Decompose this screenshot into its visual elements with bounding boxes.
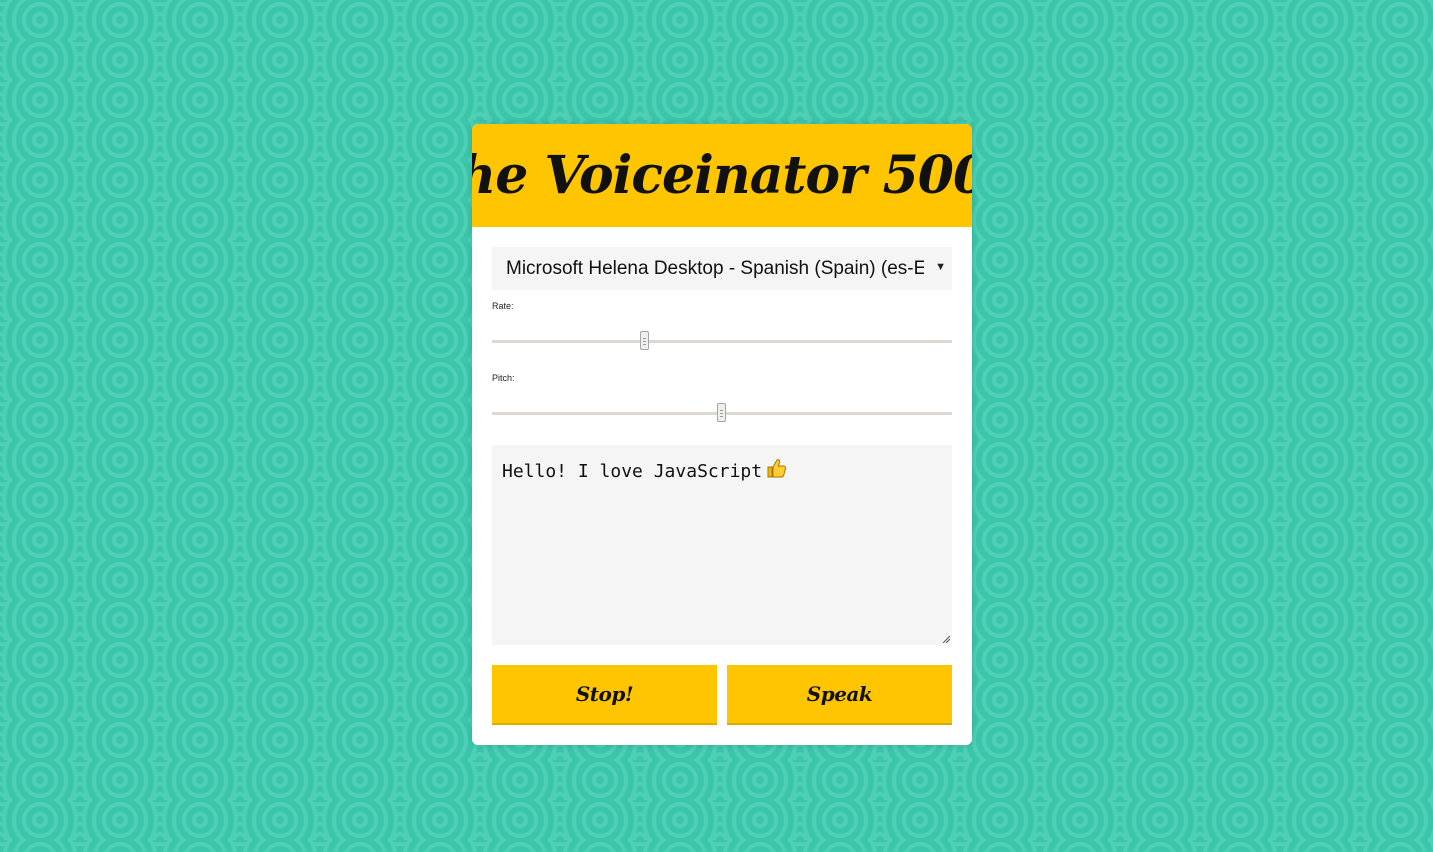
app-title: The Voiceinator 5000: [472, 145, 972, 206]
resize-handle-icon[interactable]: [942, 635, 950, 643]
speak-button[interactable]: Speak: [727, 665, 952, 725]
voice-select-value: Microsoft Helena Desktop - Spanish (Spai…: [506, 257, 924, 279]
message-text: Hello! I love JavaScript: [502, 461, 763, 482]
stop-button[interactable]: Stop!: [492, 665, 717, 725]
pitch-slider[interactable]: [492, 403, 952, 425]
voice-select[interactable]: Microsoft Helena Desktop - Spanish (Spai…: [492, 247, 952, 290]
dropdown-caret-icon: ▼: [935, 261, 946, 273]
rate-label: Rate:: [492, 301, 514, 311]
grip-icon: [720, 410, 723, 417]
grip-icon: [643, 338, 646, 345]
pitch-slider-thumb[interactable]: [717, 403, 726, 422]
rate-slider-thumb[interactable]: [640, 331, 649, 350]
rate-slider[interactable]: [492, 331, 952, 353]
voiceinator-card: The Voiceinator 5000 Microsoft Helena De…: [472, 124, 972, 745]
thumbs-up-icon: [766, 457, 788, 484]
message-textarea[interactable]: Hello! I love JavaScript: [492, 445, 952, 645]
card-header: The Voiceinator 5000: [472, 124, 972, 227]
rate-slider-track: [492, 340, 952, 343]
pitch-label: Pitch:: [492, 373, 515, 383]
